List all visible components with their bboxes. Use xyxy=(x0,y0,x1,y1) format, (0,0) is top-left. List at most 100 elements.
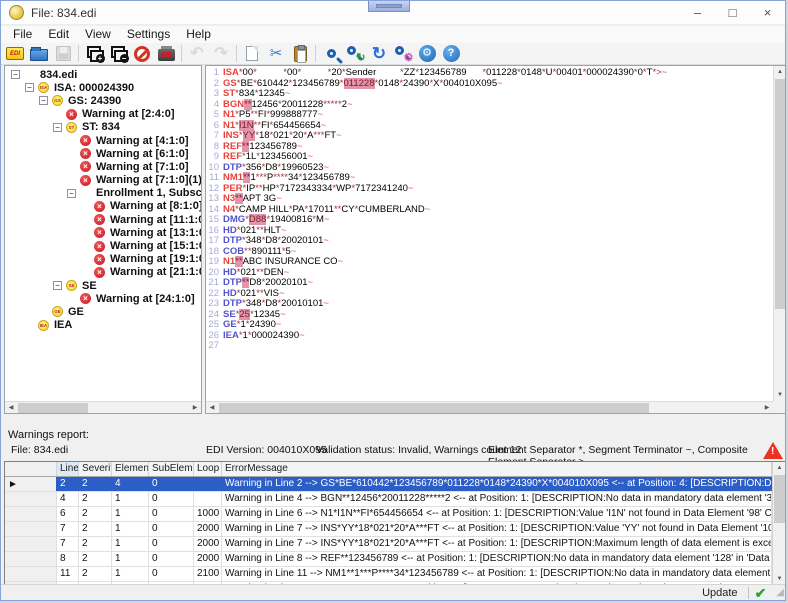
tree-node[interactable]: × Warning at [8:1:0] xyxy=(5,200,201,213)
save-file-button[interactable] xyxy=(51,43,75,64)
tree-node[interactable]: − Enrollment 1, Subscriber xyxy=(5,187,201,200)
menu-edit[interactable]: Edit xyxy=(40,26,77,43)
editor-horizontal-scrollbar[interactable]: ◀ ▶ xyxy=(206,401,773,413)
editor-line[interactable]: 12 PER*IP**HP*7172343334*WP*7172341240~ xyxy=(206,183,773,195)
tree-node[interactable]: × Warning at [21:1:0] xyxy=(5,266,201,279)
editor-line[interactable]: 19 N1**ABC INSURANCE CO~ xyxy=(206,256,773,268)
tree-node[interactable]: × Warning at [7:1:0] xyxy=(5,160,201,173)
tree-node[interactable]: × Warning at [13:1:0] xyxy=(5,226,201,239)
open-edi-file-button[interactable]: EDI xyxy=(3,43,27,64)
warning-row[interactable]: 4 2 1 0 Warning in Line 4 --> BGN**12456*200… xyxy=(5,492,785,507)
cut-button[interactable]: ✂ xyxy=(264,43,288,64)
column-header-subelement[interactable]: SubElement xyxy=(149,462,194,476)
tree-node[interactable]: GE GE xyxy=(5,305,201,318)
menu-view[interactable]: View xyxy=(77,26,119,43)
table-vertical-scrollbar[interactable]: ▲ ▼ xyxy=(772,462,785,585)
menu-help[interactable]: Help xyxy=(178,26,219,43)
column-header-errormessage[interactable]: ErrorMessage xyxy=(222,462,772,476)
menu-file[interactable]: File xyxy=(5,26,40,43)
scroll-right-icon[interactable]: ▶ xyxy=(189,402,201,413)
tree-node[interactable]: − ISA ISA: 000024390 xyxy=(5,81,201,94)
copy-button[interactable] xyxy=(240,43,264,64)
tree-node[interactable]: − SE SE xyxy=(5,279,201,292)
warning-row[interactable]: 7 2 1 0 2000 Warning in Line 7 --> INS*YY*18*… xyxy=(5,537,785,552)
editor-line[interactable]: 26 IEA*1*000024390~ xyxy=(206,330,773,342)
editor-vertical-scrollbar[interactable]: ▲ ▼ xyxy=(773,66,785,401)
print-button[interactable] xyxy=(154,43,178,64)
column-header-severity[interactable]: Severity xyxy=(79,462,112,476)
tree-expander-icon[interactable]: − xyxy=(53,122,62,132)
tree-node[interactable]: × Warning at [15:1:0] xyxy=(5,239,201,252)
settings-button[interactable]: ⚙ xyxy=(415,43,439,64)
tree-expander-icon[interactable]: − xyxy=(67,188,76,198)
expand-all-button[interactable]: + xyxy=(82,43,106,64)
tree-expander-icon[interactable]: − xyxy=(53,281,62,291)
tree-node[interactable]: × Warning at [24:1:0] xyxy=(5,292,201,305)
cell-sub: 0 xyxy=(149,507,194,521)
close-button[interactable]: × xyxy=(750,1,785,25)
scrollbar-thumb[interactable] xyxy=(774,475,785,523)
warning-icon: × xyxy=(94,200,105,212)
editor-line[interactable]: 15 DMG*D88*19400816*M~ xyxy=(206,214,773,226)
editor-line[interactable]: 24 SE*25*12345~ xyxy=(206,308,773,321)
undo-button[interactable]: ↶ xyxy=(185,43,209,64)
tree-node[interactable]: × Warning at [4:1:0] xyxy=(5,134,201,147)
paste-button[interactable] xyxy=(288,43,312,64)
warning-row[interactable]: 11 2 1 0 2100 Warning in Line 11 --> NM1**1**… xyxy=(5,567,785,582)
tree-node[interactable]: × Warning at [2:4:0] xyxy=(5,108,201,121)
editor-line[interactable]: 21 DTP**D8*20020101~ xyxy=(206,277,773,289)
warning-row[interactable]: 7 2 1 0 2000 Warning in Line 7 --> INS*YY*18*… xyxy=(5,522,785,537)
scroll-down-icon[interactable]: ▼ xyxy=(774,389,785,401)
tree-node[interactable]: × Warning at [7:1:0](1) xyxy=(5,174,201,187)
collapse-all-button[interactable]: − xyxy=(106,43,130,64)
tree-expander-icon[interactable]: − xyxy=(25,83,34,93)
tree-expander-icon[interactable]: − xyxy=(11,70,20,80)
tree-icon-slot: GE xyxy=(52,306,66,318)
search-replace-button[interactable]: ↻ xyxy=(343,43,367,64)
scrollbar-thumb[interactable] xyxy=(775,79,785,309)
column-header-loop[interactable]: Loop xyxy=(194,462,222,476)
update-button[interactable]: Update xyxy=(702,587,737,599)
warning-row[interactable]: ► 2 2 4 0 Warning in Line 2 --> GS*BE*610442*… xyxy=(5,477,785,492)
tree-node[interactable]: × Warning at [19:1:0] xyxy=(5,253,201,266)
resize-grip[interactable]: ◢ xyxy=(776,587,784,598)
editor-line[interactable]: 23 DTP*348*D8*20010101~ xyxy=(206,298,773,310)
redo-button[interactable]: ↷ xyxy=(209,43,233,64)
docked-panel-tab[interactable] xyxy=(368,1,410,12)
scroll-right-icon[interactable]: ▶ xyxy=(761,402,773,413)
cell-sev: 2 xyxy=(79,522,112,536)
maximize-button[interactable]: □ xyxy=(715,1,750,25)
column-header-element[interactable]: Element xyxy=(112,462,149,476)
open-file-button[interactable] xyxy=(27,43,51,64)
tree-node[interactable]: × Warning at [11:1:0] xyxy=(5,213,201,226)
segment-tree-panel[interactable]: −834.edi − ISA ISA: 000024390− GS GS: 24390 × W… xyxy=(4,65,202,414)
refresh-button[interactable]: ↻ xyxy=(367,43,391,64)
stop-validation-button[interactable] xyxy=(130,43,154,64)
scroll-up-icon[interactable]: ▲ xyxy=(773,462,785,474)
titlebar[interactable]: File: 834.edi – □ × xyxy=(1,1,785,25)
minimize-button[interactable]: – xyxy=(680,1,715,25)
scrollbar-thumb[interactable] xyxy=(18,403,88,413)
tree-node[interactable]: IEA IEA xyxy=(5,319,201,332)
header-corner-cell xyxy=(5,462,57,476)
tree-node[interactable]: − GS GS: 24390 xyxy=(5,94,201,107)
tree-node[interactable]: − ST ST: 834 xyxy=(5,121,201,134)
edi-editor-panel[interactable]: 1 ISA*00* *00* *20*Sender *ZZ*123456789 *… xyxy=(205,65,785,414)
warning-row[interactable]: 8 2 1 0 2000 Warning in Line 8 --> REF**12345… xyxy=(5,552,785,567)
editor-line[interactable]: 27 xyxy=(206,340,773,352)
menu-settings[interactable]: Settings xyxy=(119,26,178,43)
validation-settings-button[interactable]: ⚙ xyxy=(391,43,415,64)
scrollbar-thumb[interactable] xyxy=(219,403,649,413)
scroll-up-icon[interactable]: ▲ xyxy=(774,66,785,78)
scroll-left-icon[interactable]: ◀ xyxy=(5,402,17,413)
help-button[interactable]: ? xyxy=(439,43,463,64)
editor-line[interactable]: 2 GS*BE*610442*123456789*011228*0148*2439… xyxy=(206,77,773,90)
tree-horizontal-scrollbar[interactable]: ◀ ▶ xyxy=(5,401,201,413)
tree-node[interactable]: − 834.edi xyxy=(5,68,201,81)
scroll-left-icon[interactable]: ◀ xyxy=(206,402,218,413)
column-header-line[interactable]: Line xyxy=(57,462,79,476)
search-button[interactable] xyxy=(319,43,343,64)
tree-expander-icon[interactable]: − xyxy=(39,96,48,106)
tree-node[interactable]: × Warning at [6:1:0] xyxy=(5,147,201,160)
warning-row[interactable]: 6 2 1 0 1000 Warning in Line 6 --> N1*I1N**FI… xyxy=(5,507,785,522)
